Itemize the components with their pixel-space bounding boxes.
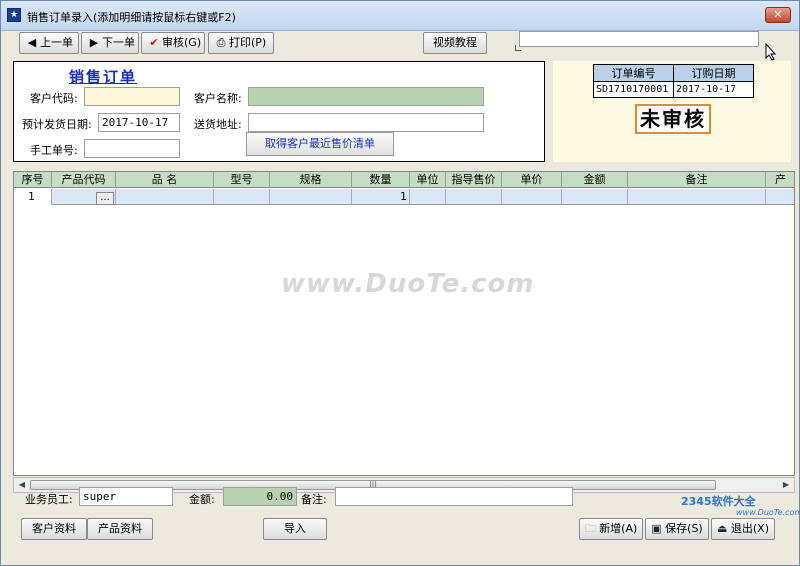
order-info-panel: 订单编号 订购日期 SD1710170001 2017-10-17 未审核 — [553, 61, 791, 162]
slider-tick — [515, 45, 521, 51]
grid-column-header[interactable]: 金额 — [562, 172, 628, 188]
customer-code-field[interactable] — [84, 87, 180, 106]
site-logo: 2345软件大全 — [681, 495, 756, 508]
audit-label: 审核(G) — [162, 36, 202, 49]
exit-door-icon: ⏏ — [716, 522, 728, 535]
grid-column-header[interactable]: 产品代码 — [52, 172, 116, 188]
audit-status-badge: 未审核 — [635, 104, 711, 134]
exit-label: 退出(X) — [730, 522, 770, 535]
table-row[interactable]: 1 ... 1 — [14, 189, 794, 205]
manual-no-label: 手工单号: — [30, 144, 78, 157]
grid-column-header[interactable]: 规格 — [270, 172, 352, 188]
row-product-code-cell[interactable]: ... — [52, 189, 116, 205]
row-amount-cell[interactable] — [562, 189, 628, 205]
grid-column-header[interactable]: 序号 — [14, 172, 52, 188]
customer-name-field[interactable] — [248, 87, 484, 106]
salesman-field[interactable]: super — [79, 487, 173, 506]
amount-field: 0.00 — [223, 487, 297, 506]
printer-icon: ⎙ — [216, 36, 226, 49]
customer-name-label: 客户名称: — [194, 92, 242, 105]
order-form-panel: 销售订单 客户代码: 客户名称: 预计发货日期: 2017-10-17 送货地址… — [13, 61, 545, 162]
app-icon: ★ — [7, 8, 21, 22]
audit-button[interactable]: ✔ 审核(G) — [141, 32, 205, 54]
salesman-label: 业务员工: — [25, 493, 73, 506]
row-name-cell[interactable] — [116, 189, 214, 205]
ship-date-field[interactable]: 2017-10-17 — [98, 113, 180, 132]
row-unit-cell[interactable] — [410, 189, 446, 205]
grid-column-header[interactable]: 备注 — [628, 172, 766, 188]
client-area: ◀ 上一单 ▶ 下一单 ✔ 审核(G) ⎙ 打印(P) 视频教程 销售订单 客户代码: … — [5, 31, 795, 563]
exit-button[interactable]: ⏏ 退出(X) — [711, 518, 775, 540]
order-id-table: 订单编号 订购日期 SD1710170001 2017-10-17 — [593, 64, 754, 98]
row-guide-price-cell[interactable] — [446, 189, 502, 205]
scroll-right-icon[interactable]: ▶ — [780, 479, 792, 491]
row-seq-cell[interactable]: 1 — [14, 189, 52, 205]
manual-no-field[interactable] — [84, 139, 180, 158]
save-label: 保存(S) — [665, 522, 703, 535]
window-title: 销售订单录入(添加明细请按鼠标右键或F2) — [27, 11, 236, 24]
floppy-disk-icon: ▣ — [651, 522, 662, 535]
grid-column-header[interactable]: 型号 — [214, 172, 270, 188]
grid-column-header[interactable]: 品 名 — [116, 172, 214, 188]
main-window: ★ 销售订单录入(添加明细请按鼠标右键或F2) ✕ ◀ 上一单 ▶ 下一单 ✔ 审核(… — [0, 0, 800, 566]
prev-order-button[interactable]: ◀ 上一单 — [19, 32, 79, 54]
row-remark-cell[interactable] — [628, 189, 766, 205]
row-qty-cell[interactable]: 1 — [352, 189, 410, 205]
progress-bar — [519, 31, 759, 47]
order-date-value: 2017-10-17 — [673, 81, 754, 98]
prev-order-label: 上一单 — [40, 36, 73, 49]
folder-icon: 🗀 — [584, 522, 596, 535]
order-date-header: 订购日期 — [673, 64, 754, 82]
row-price-cell[interactable] — [502, 189, 562, 205]
fetch-recent-prices-button[interactable]: 取得客户最近售价清单 — [246, 132, 394, 156]
order-no-value: SD1710170001 — [593, 81, 674, 98]
grid-column-header[interactable]: 指导售价 — [446, 172, 502, 188]
title-bar: ★ 销售订单录入(添加明细请按鼠标右键或F2) ✕ — [1, 1, 799, 31]
add-label: 新增(A) — [599, 522, 638, 535]
address-label: 送货地址: — [194, 118, 242, 131]
add-button[interactable]: 🗀 新增(A) — [579, 518, 643, 540]
customer-code-label: 客户代码: — [30, 92, 78, 105]
remark-label: 备注: — [301, 493, 327, 506]
grid-column-header[interactable]: 单价 — [502, 172, 562, 188]
row-spec-cell[interactable] — [270, 189, 352, 205]
ship-date-label: 预计发货日期: — [22, 118, 92, 131]
grid-column-header[interactable]: 产 — [766, 172, 794, 188]
save-button[interactable]: ▣ 保存(S) — [645, 518, 709, 540]
grid-column-header[interactable]: 数量 — [352, 172, 410, 188]
scroll-left-icon[interactable]: ◀ — [16, 479, 28, 491]
remark-field[interactable] — [335, 487, 573, 506]
lookup-ellipsis-button[interactable]: ... — [96, 192, 114, 205]
address-field[interactable] — [248, 113, 484, 132]
close-button[interactable]: ✕ — [765, 7, 791, 23]
print-label: 打印(P) — [229, 36, 267, 49]
site-logo-url: www.DuoTe.com — [736, 508, 800, 517]
triangle-right-icon: ▶ — [89, 36, 99, 49]
mouse-cursor-icon — [765, 43, 777, 61]
checkmark-icon: ✔ — [149, 36, 159, 49]
row-extra-cell[interactable] — [766, 189, 794, 205]
next-order-label: 下一单 — [102, 36, 135, 49]
print-button[interactable]: ⎙ 打印(P) — [208, 32, 274, 54]
order-title: 销售订单 — [69, 68, 138, 86]
grid-column-header[interactable]: 单位 — [410, 172, 446, 188]
next-order-button[interactable]: ▶ 下一单 — [81, 32, 139, 54]
amount-label: 金额: — [189, 493, 215, 506]
order-detail-grid[interactable]: 序号 产品代码 品 名 型号 规格 数量 单位 指导售价 单价 金额 备注 产 … — [13, 171, 795, 476]
watermark-text: www.DuoTe.com — [281, 269, 535, 299]
customer-data-button[interactable]: 客户资料 — [21, 518, 87, 540]
product-data-button[interactable]: 产品资料 — [87, 518, 153, 540]
video-tutorial-button[interactable]: 视频教程 — [423, 32, 487, 54]
order-no-header: 订单编号 — [593, 64, 674, 82]
grid-header: 序号 产品代码 品 名 型号 规格 数量 单位 指导售价 单价 金额 备注 产 — [14, 172, 794, 188]
triangle-left-icon: ◀ — [27, 36, 37, 49]
import-button[interactable]: 导入 — [263, 518, 327, 540]
row-model-cell[interactable] — [214, 189, 270, 205]
